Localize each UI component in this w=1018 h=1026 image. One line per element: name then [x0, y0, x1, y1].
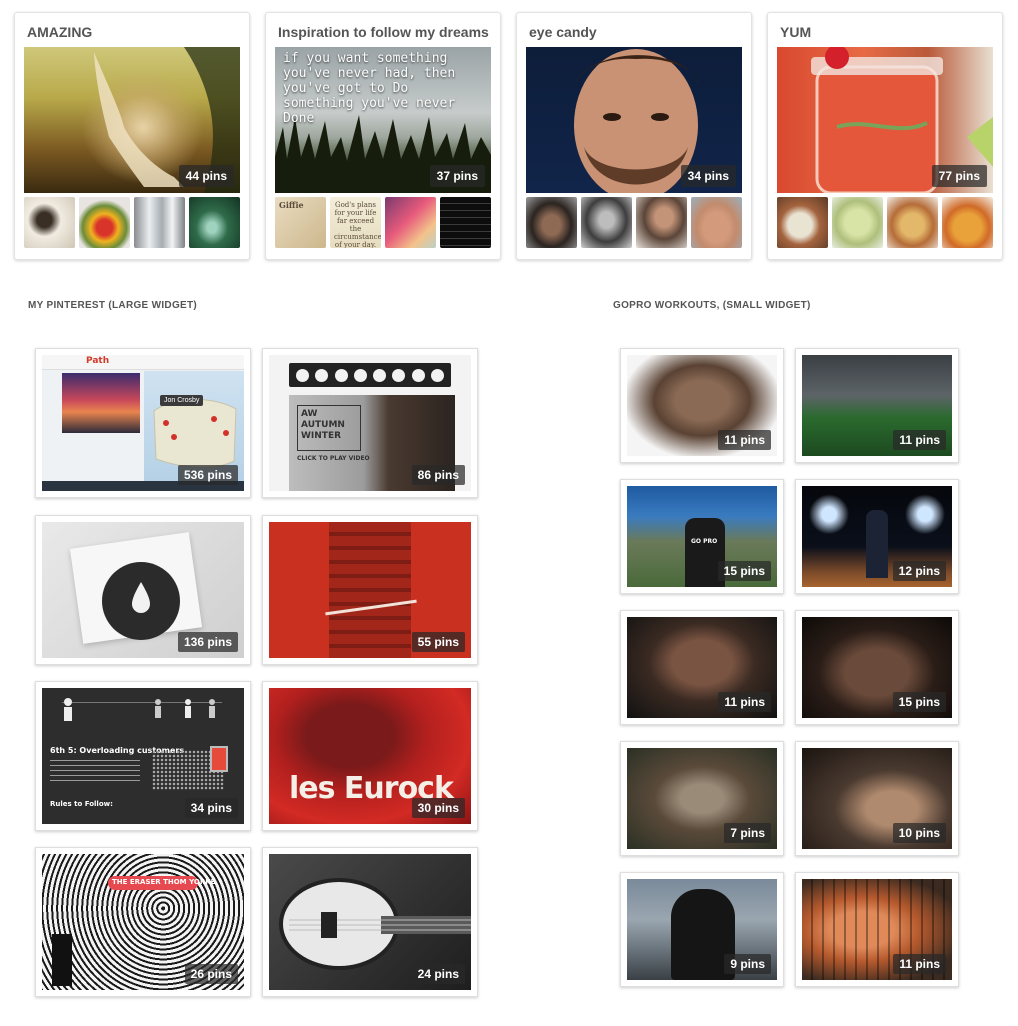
album-title-text: THE ERASER THOM YORKE [112, 878, 216, 886]
large-widget-pin-tile[interactable]: THE ERASER THOM YORKE 26 pins [35, 847, 251, 997]
board-thumbnail[interactable] [385, 197, 436, 248]
board-thumbnail[interactable] [581, 197, 632, 248]
large-widget-heading: MY PINTEREST (LARGE WIDGET) [28, 300, 198, 311]
path-logo-text: Path [86, 356, 110, 366]
small-widget-pin-tile[interactable]: GO PRO 15 pins [620, 479, 784, 594]
pin-count-badge: 34 pins [680, 165, 736, 187]
large-widget-pin-tile[interactable]: 24 pins [262, 847, 478, 997]
map-callout: Jon Crosby [160, 395, 204, 406]
pin-count-badge: 12 pins [892, 561, 946, 581]
small-widget-heading: GOPRO WORKOUTS, (SMALL WIDGET) [613, 300, 811, 311]
small-widget-pin-tile[interactable]: 10 pins [795, 741, 959, 856]
board-thumbnail[interactable] [777, 197, 828, 248]
board-cover-image[interactable]: if you want something you've never had, … [275, 47, 491, 193]
board-title[interactable]: YUM [780, 24, 994, 40]
small-widget-pin-tile[interactable]: 9 pins [620, 872, 784, 987]
thumbnail-caption: Giffie [279, 200, 304, 210]
board-thumbnail[interactable] [832, 197, 883, 248]
board-card-yum[interactable]: YUM 77 pins [767, 12, 1003, 260]
pin-count-badge: 11 pins [893, 954, 946, 974]
video-title-text: AW AUTUMN WINTER [301, 409, 345, 441]
pin-count-badge: 15 pins [717, 561, 771, 581]
board-card-eye-candy[interactable]: eye candy 34 pins [516, 12, 752, 260]
large-widget-pin-tile[interactable]: 55 pins [262, 515, 478, 665]
pin-count-badge: 11 pins [718, 430, 771, 450]
pin-count-badge: 44 pins [178, 165, 234, 187]
pin-count-badge: 24 pins [411, 964, 465, 984]
pin-count-badge: 77 pins [931, 165, 987, 187]
pin-count-badge: 30 pins [411, 798, 465, 818]
pin-count-badge: 86 pins [411, 465, 465, 485]
pin-count-badge: 9 pins [724, 954, 771, 974]
large-widget-pin-tile[interactable]: 136 pins [35, 515, 251, 665]
small-widget-pin-tile[interactable]: 11 pins [620, 610, 784, 725]
pin-count-badge: 7 pins [724, 823, 771, 843]
pin-count-badge: 11 pins [718, 692, 771, 712]
board-thumbnail[interactable] [942, 197, 993, 248]
board-thumbnail[interactable]: God's plans for your life far exceed the… [330, 197, 381, 248]
pin-count-badge: 11 pins [893, 430, 946, 450]
infographic-subheading: Rules to Follow: [50, 800, 113, 808]
small-widget-pin-tile[interactable]: 11 pins [795, 872, 959, 987]
board-title[interactable]: AMAZING [27, 24, 241, 40]
board-thumbnail[interactable]: Giffie [275, 197, 326, 248]
large-widget-pin-tile[interactable]: les Eurock 30 pins [262, 681, 478, 831]
board-thumbnail[interactable] [134, 197, 185, 248]
board-title[interactable]: eye candy [529, 24, 743, 40]
board-cover-image[interactable]: 77 pins [777, 47, 993, 193]
pin-count-badge: 55 pins [411, 632, 465, 652]
pin-count-badge: 37 pins [429, 165, 485, 187]
small-widget-pin-tile[interactable]: 11 pins [795, 348, 959, 463]
pin-count-badge: 536 pins [177, 465, 238, 485]
small-widget-pin-tile[interactable]: 15 pins [795, 610, 959, 725]
large-widget-pin-tile[interactable]: 6th 5: Overloading customers Rules to Fo… [35, 681, 251, 831]
pin-count-badge: 136 pins [177, 632, 238, 652]
board-thumbnail[interactable] [189, 197, 240, 248]
board-cover-image[interactable]: 34 pins [526, 47, 742, 193]
small-widget-pin-tile[interactable]: 11 pins [620, 348, 784, 463]
board-title[interactable]: Inspiration to follow my dreams [278, 24, 492, 40]
cover-quote-text: if you want something you've never had, … [283, 51, 456, 126]
board-thumbnail[interactable] [440, 197, 491, 248]
person-icons [64, 698, 215, 721]
board-thumbnail[interactable] [887, 197, 938, 248]
shirt-logo-text: GO PRO [691, 538, 718, 545]
pin-count-badge: 10 pins [892, 823, 946, 843]
board-card-inspiration[interactable]: Inspiration to follow my dreams if you w… [265, 12, 501, 260]
pin-count-badge: 15 pins [892, 692, 946, 712]
board-cover-image[interactable]: 44 pins [24, 47, 240, 193]
small-widget-pin-tile[interactable]: 12 pins [795, 479, 959, 594]
thumbnail-caption: God's plans for your life far exceed the… [334, 201, 381, 248]
small-widget-pin-tile[interactable]: 7 pins [620, 741, 784, 856]
board-thumbnail[interactable] [691, 197, 742, 248]
board-card-amazing[interactable]: AMAZING 44 pins [14, 12, 250, 260]
pin-count-badge: 34 pins [184, 798, 238, 818]
board-thumbnail[interactable] [636, 197, 687, 248]
board-thumbnail[interactable] [79, 197, 130, 248]
play-video-text: CLICK TO PLAY VIDEO [297, 455, 370, 462]
board-thumbnail[interactable] [526, 197, 577, 248]
large-widget-pin-tile[interactable]: Path Jon Crosby 536 pins [35, 348, 251, 498]
board-thumbnail[interactable] [24, 197, 75, 248]
pin-count-badge: 26 pins [184, 964, 238, 984]
large-widget-pin-tile[interactable]: AW AUTUMN WINTER CLICK TO PLAY VIDEO 86 … [262, 348, 478, 498]
